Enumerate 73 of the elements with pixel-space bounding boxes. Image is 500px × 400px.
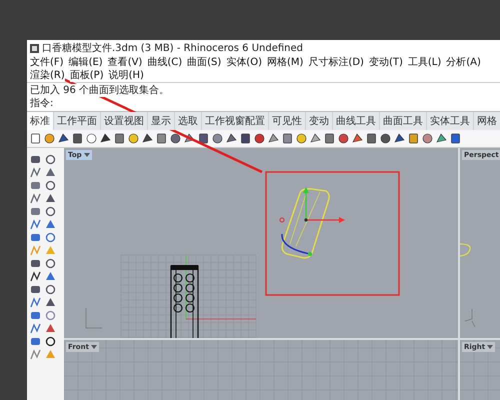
menu-item[interactable]: 查看(V) (108, 56, 142, 69)
tool-icon[interactable] (226, 133, 237, 144)
tool-icon[interactable] (394, 133, 405, 144)
menu-item[interactable]: 实体(O) (226, 56, 262, 69)
tool-icon[interactable] (58, 133, 69, 144)
tool-icon[interactable] (380, 133, 391, 144)
tool-icon[interactable] (45, 336, 56, 347)
tool-icon[interactable] (338, 133, 349, 144)
menu-item[interactable]: 工具(L) (408, 56, 442, 69)
curve-drawing (460, 243, 472, 257)
menu-item[interactable]: 分析(A) (446, 56, 481, 69)
toolbar-tab[interactable]: 标准 (27, 112, 54, 130)
app-icon (30, 44, 39, 52)
menu-item[interactable]: 尺寸标注(D) (308, 56, 364, 69)
tool-icon[interactable] (30, 271, 41, 282)
caret-icon[interactable] (84, 152, 90, 158)
toolbar-tab[interactable]: 选取 (175, 112, 202, 130)
window-title: 口香糖模型文件.3dm (3 MB) - Rhinoceros 6 Undefined (42, 42, 304, 55)
tool-icon[interactable] (128, 133, 139, 144)
tool-icon[interactable] (212, 133, 223, 144)
tool-icon[interactable] (45, 284, 56, 295)
menu-item[interactable]: 文件(F) (30, 56, 64, 69)
menu-item[interactable]: 渲染(R) (30, 69, 65, 82)
tool-icon[interactable] (436, 133, 447, 144)
tool-icon[interactable] (352, 133, 363, 144)
caret-icon[interactable] (487, 344, 494, 350)
menu-item[interactable]: 面板(P) (70, 69, 104, 82)
tool-icon[interactable] (324, 133, 335, 144)
tool-icon[interactable] (240, 133, 251, 144)
tool-icon[interactable] (268, 133, 279, 144)
grid-drawing (460, 340, 500, 400)
tool-icon[interactable] (72, 133, 83, 144)
menu-item[interactable]: 变动(T) (368, 56, 403, 69)
menu-item[interactable]: 网格(M) (266, 56, 304, 69)
tool-icon[interactable] (45, 154, 56, 165)
tool-icon[interactable] (408, 133, 419, 144)
menu-item[interactable]: 曲面(S) (187, 56, 222, 69)
tool-icon[interactable] (100, 133, 111, 144)
toolbar-tab[interactable]: 工作视窗配置 (202, 112, 269, 130)
tool-icon[interactable] (296, 133, 307, 144)
tool-icon[interactable] (184, 133, 195, 144)
tool-icon[interactable] (142, 133, 153, 144)
toolbar-tab[interactable]: 工作平面 (54, 112, 101, 130)
tool-icon[interactable] (254, 133, 265, 144)
tool-icon[interactable] (366, 133, 377, 144)
tool-icon[interactable] (86, 133, 97, 144)
tool-icon[interactable] (45, 297, 56, 308)
axis-icon (464, 308, 476, 328)
tool-icon[interactable] (30, 284, 41, 295)
tool-icon[interactable] (44, 133, 55, 144)
tool-icon[interactable] (156, 133, 167, 144)
tool-icon[interactable] (282, 133, 293, 144)
toolbar-tab[interactable]: 显示 (148, 112, 175, 130)
menu-item[interactable]: 说明(H) (108, 69, 144, 82)
tool-icon[interactable] (30, 258, 41, 269)
tool-icon[interactable] (310, 133, 321, 144)
tool-icon[interactable] (450, 133, 461, 144)
toolbar-tab[interactable]: 变动 (306, 112, 333, 130)
tool-icon[interactable] (45, 180, 56, 191)
menu-item[interactable]: 曲线(C) (147, 56, 182, 69)
toolbar-tab[interactable]: 可见性 (269, 112, 306, 130)
tool-icon[interactable] (45, 193, 56, 204)
tool-icon[interactable] (45, 206, 56, 217)
tool-icon[interactable] (45, 258, 56, 269)
caret-icon[interactable] (90, 344, 97, 350)
tool-icon[interactable] (114, 133, 125, 144)
menu-item[interactable]: 编辑(E) (68, 56, 103, 69)
tool-icon[interactable] (170, 133, 181, 144)
tool-icon[interactable] (30, 154, 41, 165)
tool-icon[interactable] (422, 133, 433, 144)
tool-icon[interactable] (198, 133, 209, 144)
tool-icon[interactable] (30, 133, 41, 144)
toolbar-tab[interactable]: 设置视图 (101, 112, 148, 130)
